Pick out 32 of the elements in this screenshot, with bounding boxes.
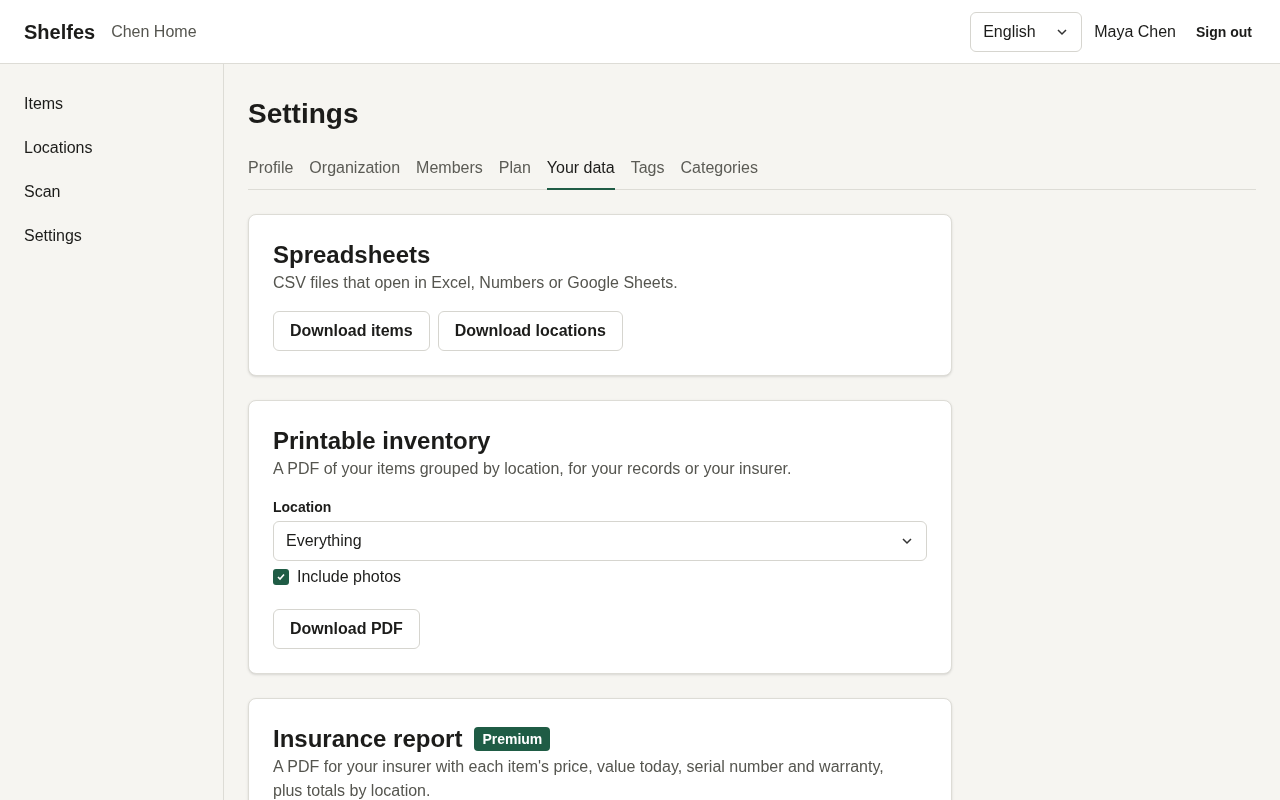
household-name: Chen Home xyxy=(111,21,197,42)
field-label: Location xyxy=(273,498,333,517)
location-select[interactable]: Everything xyxy=(273,521,927,561)
checkbox[interactable] xyxy=(273,569,289,585)
card-title: Insurance report xyxy=(273,724,463,754)
user-name: Maya Chen xyxy=(1094,21,1176,42)
sidebar-item[interactable]: Items xyxy=(24,92,199,116)
language-select[interactable]: English xyxy=(970,11,1083,52)
tab[interactable]: Categories xyxy=(680,156,758,190)
tab[interactable]: Tags xyxy=(630,156,665,190)
sign-out-button[interactable]: Sign out xyxy=(1192,21,1256,42)
premium-badge: Premium xyxy=(474,727,551,751)
sidebar-item[interactable]: Scan xyxy=(24,180,199,204)
card-description: CSV files that open in Excel, Numbers or Google Sheets. xyxy=(273,273,679,293)
checkbox-label: Include photos xyxy=(297,567,402,587)
brand-logo[interactable]: Shelfes xyxy=(24,17,96,46)
tab[interactable]: Your data xyxy=(546,156,615,190)
download-button[interactable]: Download locations xyxy=(437,311,623,351)
sidebar-item[interactable]: Settings xyxy=(24,224,199,248)
tab[interactable]: Plan xyxy=(498,156,531,190)
card-title: Spreadsheets xyxy=(273,240,431,270)
checkmark-icon xyxy=(276,572,286,582)
tab[interactable]: Members xyxy=(416,156,483,190)
card-description: A PDF for your insurer with each item's price, value today, serial number and warranty, plus totals by location. xyxy=(273,757,885,800)
page-title: Settings xyxy=(248,97,360,131)
tab[interactable]: Profile xyxy=(248,156,294,190)
download-button[interactable]: Download items xyxy=(273,311,430,351)
download-button[interactable]: Download PDF xyxy=(273,609,420,649)
tab[interactable]: Organization xyxy=(309,156,401,190)
card-description: A PDF of your items grouped by location, for your records or your insurer. xyxy=(273,459,793,479)
card-title: Printable inventory xyxy=(273,426,491,456)
sidebar-item[interactable]: Locations xyxy=(24,136,199,160)
